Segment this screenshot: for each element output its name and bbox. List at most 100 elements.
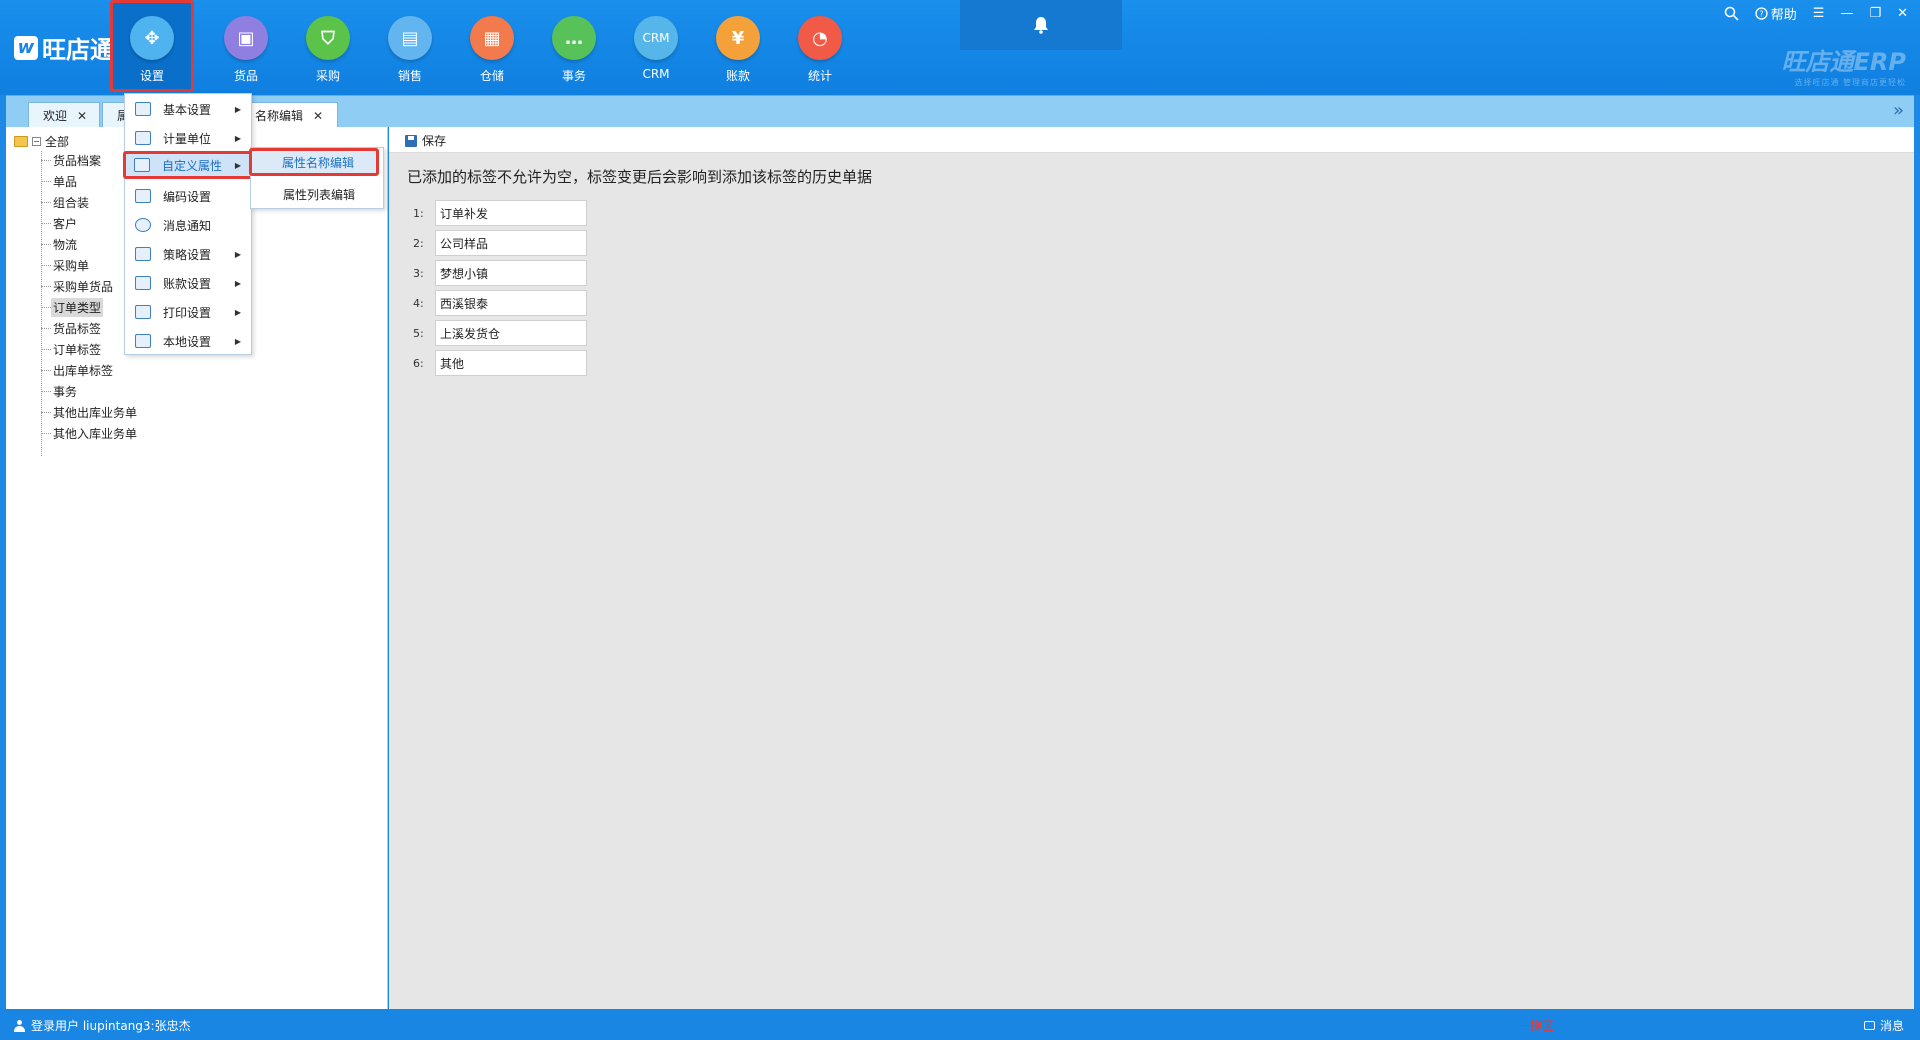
module-warehouse[interactable]: ▦ 仓储 [450,0,534,92]
grid-icon [134,158,150,172]
menu-item-accounts[interactable]: 账款设置 ▶ [125,269,251,297]
chat-bubble-icon [135,218,151,232]
submenu-label: 属性名称编辑 [282,155,355,170]
close-icon[interactable]: ✕ [313,109,323,123]
collapse-icon[interactable]: − [32,137,41,146]
menu-item-units[interactable]: 计量单位 ▶ [125,124,251,152]
tree-item[interactable]: 采购单货品 [41,277,115,295]
module-affairs[interactable]: … 事务 [532,0,616,92]
chat-icon [1863,1021,1875,1030]
save-button[interactable]: 保存 [405,132,446,149]
svg-text:?: ? [1759,10,1763,19]
tag-index: 2: [413,236,424,250]
tree-item[interactable]: 客户 [41,214,79,232]
statistics-icon: ◔ [798,16,842,60]
tree-item-label: 其他出库业务单 [53,405,138,420]
tree-item-label: 单品 [53,174,78,189]
window-controls: ? 帮助 ☰ — ❐ ✕ [1724,4,1908,23]
help-button[interactable]: ? 帮助 [1755,4,1797,23]
tag-index: 3: [413,266,424,280]
menu-item-print[interactable]: 打印设置 ▶ [125,298,251,326]
tree-dash [41,306,51,308]
menu-item-local[interactable]: 本地设置 ▶ [125,327,251,355]
minimize-icon[interactable]: — [1840,6,1853,21]
help-icon: ? [1755,7,1768,20]
submenu-attribute-name-edit[interactable]: 属性名称编辑 [249,148,379,176]
tree-item[interactable]: 物流 [41,235,79,253]
close-icon[interactable]: ✕ [77,109,87,123]
tag-input[interactable] [435,260,587,286]
menu-item-label: 策略设置 [163,247,212,262]
tag-input[interactable] [435,200,587,226]
tag-input[interactable] [435,230,587,256]
restore-icon[interactable]: ❐ [1869,6,1881,21]
close-icon[interactable]: ✕ [1897,6,1908,21]
menu-item-strategy[interactable]: 策略设置 ▶ [125,240,251,268]
submenu-attribute-list-edit[interactable]: 属性列表编辑 [251,180,383,208]
tree-item[interactable]: 其他出库业务单 [41,403,139,421]
main-panel: 保存 已添加的标签不允许为空，标签变更后会影响到添加该标签的历史单据 1: 2:… [389,127,1914,1009]
tab-welcome[interactable]: 欢迎 ✕ [28,102,100,128]
bell-icon [1034,17,1048,34]
toolbar: 保存 [389,127,1914,153]
account-settings-icon [135,276,151,290]
tree-item-label: 物流 [53,237,78,252]
crm-icon: CRM [634,16,678,60]
tree-item[interactable]: 订单标签 [41,340,103,358]
app-logo: w 旺店通 [14,30,114,65]
tree-item[interactable]: 组合装 [41,193,91,211]
double-chevron-right-icon[interactable]: » [1893,100,1904,121]
tree-item[interactable]: 单品 [41,172,79,190]
tag-input[interactable] [435,320,587,346]
tree-item[interactable]: 货品标签 [41,319,103,337]
tag-index: 1: [413,206,424,220]
settings-icon: ✥ [130,16,174,60]
notification-bar[interactable] [960,0,1122,50]
menu-item-custom-attributes[interactable]: 自定义属性 ▶ [123,151,254,179]
tree-item[interactable]: 采购单 [41,256,91,274]
menu-item-basic-settings[interactable]: 基本设置 ▶ [125,95,251,123]
tree-item-label: 事务 [53,384,78,399]
tree-item[interactable]: 货品档案 [41,151,103,169]
messages-button[interactable]: 消息 [1863,1017,1904,1034]
tree-dash [41,285,51,287]
tab-name-edit[interactable]: 名称编辑 ✕ [250,102,338,128]
module-statistics[interactable]: ◔ 统计 [778,0,862,92]
module-sales[interactable]: ▤ 销售 [368,0,452,92]
tab-label: 名称编辑 [255,109,304,123]
tree-root[interactable]: − 全部 [14,133,69,150]
tag-input[interactable] [435,350,587,376]
module-label: 统计 [807,69,832,83]
module-settings[interactable]: ✥ 设置 [110,0,194,92]
tree-item[interactable]: 事务 [41,382,79,400]
caret-right-icon: ▶ [234,133,241,143]
tree-item[interactable]: 出库单标签 [41,361,115,379]
folder-icon [14,136,28,147]
module-purchase[interactable]: ⛉ 采购 [286,0,370,92]
tree-item-selected[interactable]: 订单类型 [41,297,104,317]
tag-row: 6: [413,350,587,376]
caret-right-icon: ▶ [234,160,241,170]
tree-dash [41,159,51,161]
tab-label: 欢迎 [43,109,68,123]
module-account[interactable]: ¥ 账款 [696,0,780,92]
module-crm[interactable]: CRM CRM [614,0,698,92]
tree-dash [41,369,51,371]
user-icon [14,1019,25,1032]
warehouse-icon: ▦ [470,16,514,60]
tree-dash [41,264,51,266]
module-label: 设置 [139,69,164,83]
menu-item-label: 打印设置 [163,305,212,320]
tree-item-label: 货品档案 [53,153,102,168]
caret-right-icon: ▶ [234,104,241,114]
tag-input[interactable] [435,290,587,316]
module-goods[interactable]: ▣ 货品 [204,0,288,92]
menu-item-code-settings[interactable]: 编码设置 [125,182,251,210]
tag-icon [135,131,151,145]
tree-item[interactable]: 其他入库业务单 [41,424,139,442]
menu-item-notifications[interactable]: 消息通知 [125,211,251,239]
menu-icon[interactable]: ☰ [1813,6,1825,21]
affairs-icon: … [552,16,596,60]
tree-dash [41,432,51,434]
search-icon[interactable] [1724,6,1739,21]
